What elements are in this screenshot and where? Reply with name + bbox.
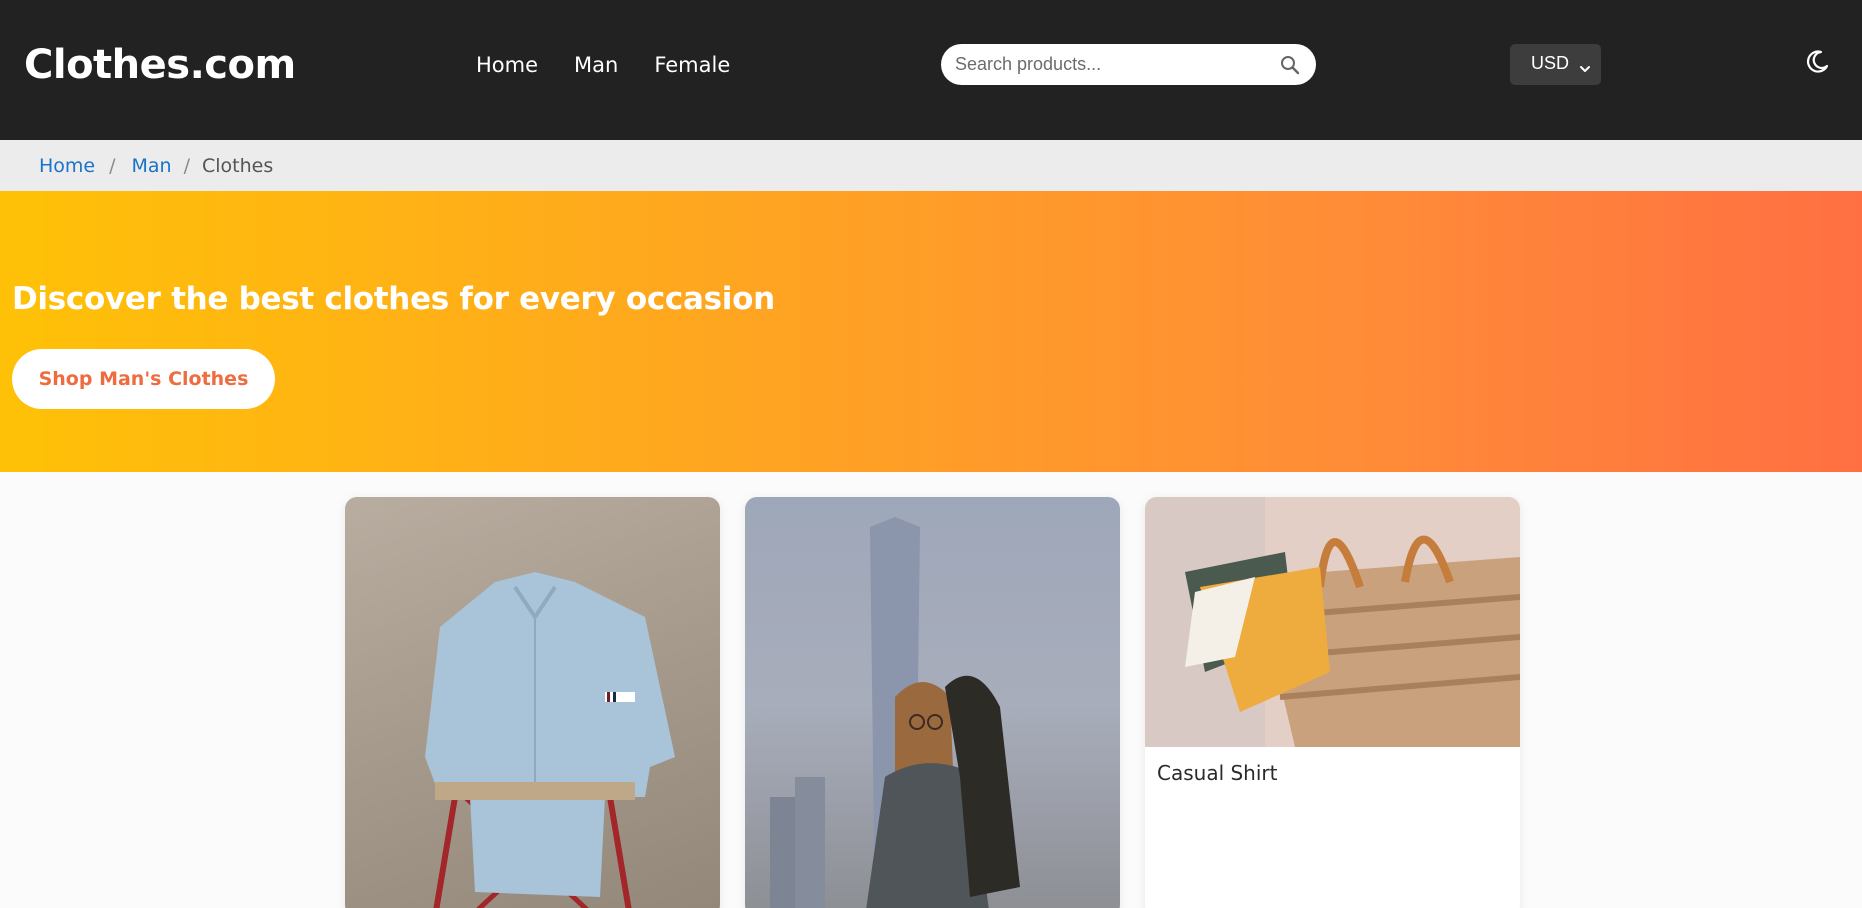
nav-link-home[interactable]: Home	[476, 50, 538, 80]
nav-link-man[interactable]: Man	[574, 50, 618, 80]
site-logo[interactable]: Clothes.com	[24, 40, 296, 90]
main-nav: Home Man Female	[476, 50, 730, 80]
product-image[interactable]	[345, 497, 720, 908]
hero-heading: Discover the best clothes for every occa…	[12, 281, 775, 317]
nav-link-female[interactable]: Female	[654, 50, 730, 80]
breadcrumb-separator: /	[109, 155, 116, 177]
breadcrumb-current: Clothes	[202, 155, 274, 177]
search-input[interactable]	[955, 44, 1255, 85]
shop-mans-clothes-button[interactable]: Shop Man's Clothes	[12, 349, 275, 409]
hero-banner: Discover the best clothes for every occa…	[0, 191, 1862, 472]
moon-icon[interactable]	[1802, 47, 1832, 77]
product-card[interactable]	[345, 497, 720, 908]
breadcrumb-link-man[interactable]: Man	[132, 154, 172, 178]
breadcrumb: Home / Man / Clothes	[0, 140, 1862, 191]
product-title[interactable]: Casual Shirt	[1157, 761, 1277, 785]
breadcrumb-link-home[interactable]: Home	[39, 154, 95, 178]
product-image[interactable]	[1145, 497, 1520, 747]
product-image[interactable]	[745, 497, 1120, 908]
top-header: Clothes.com Home Man Female USD	[0, 0, 1862, 140]
product-card[interactable]	[745, 497, 1120, 908]
currency-select[interactable]: USD	[1510, 44, 1601, 85]
chevron-down-icon	[1579, 59, 1591, 72]
product-card[interactable]: Casual Shirt	[1145, 497, 1520, 908]
currency-selected-value: USD	[1531, 53, 1570, 73]
search-icon[interactable]	[1278, 53, 1302, 77]
breadcrumb-separator: /	[183, 155, 190, 177]
search-box	[941, 44, 1316, 85]
